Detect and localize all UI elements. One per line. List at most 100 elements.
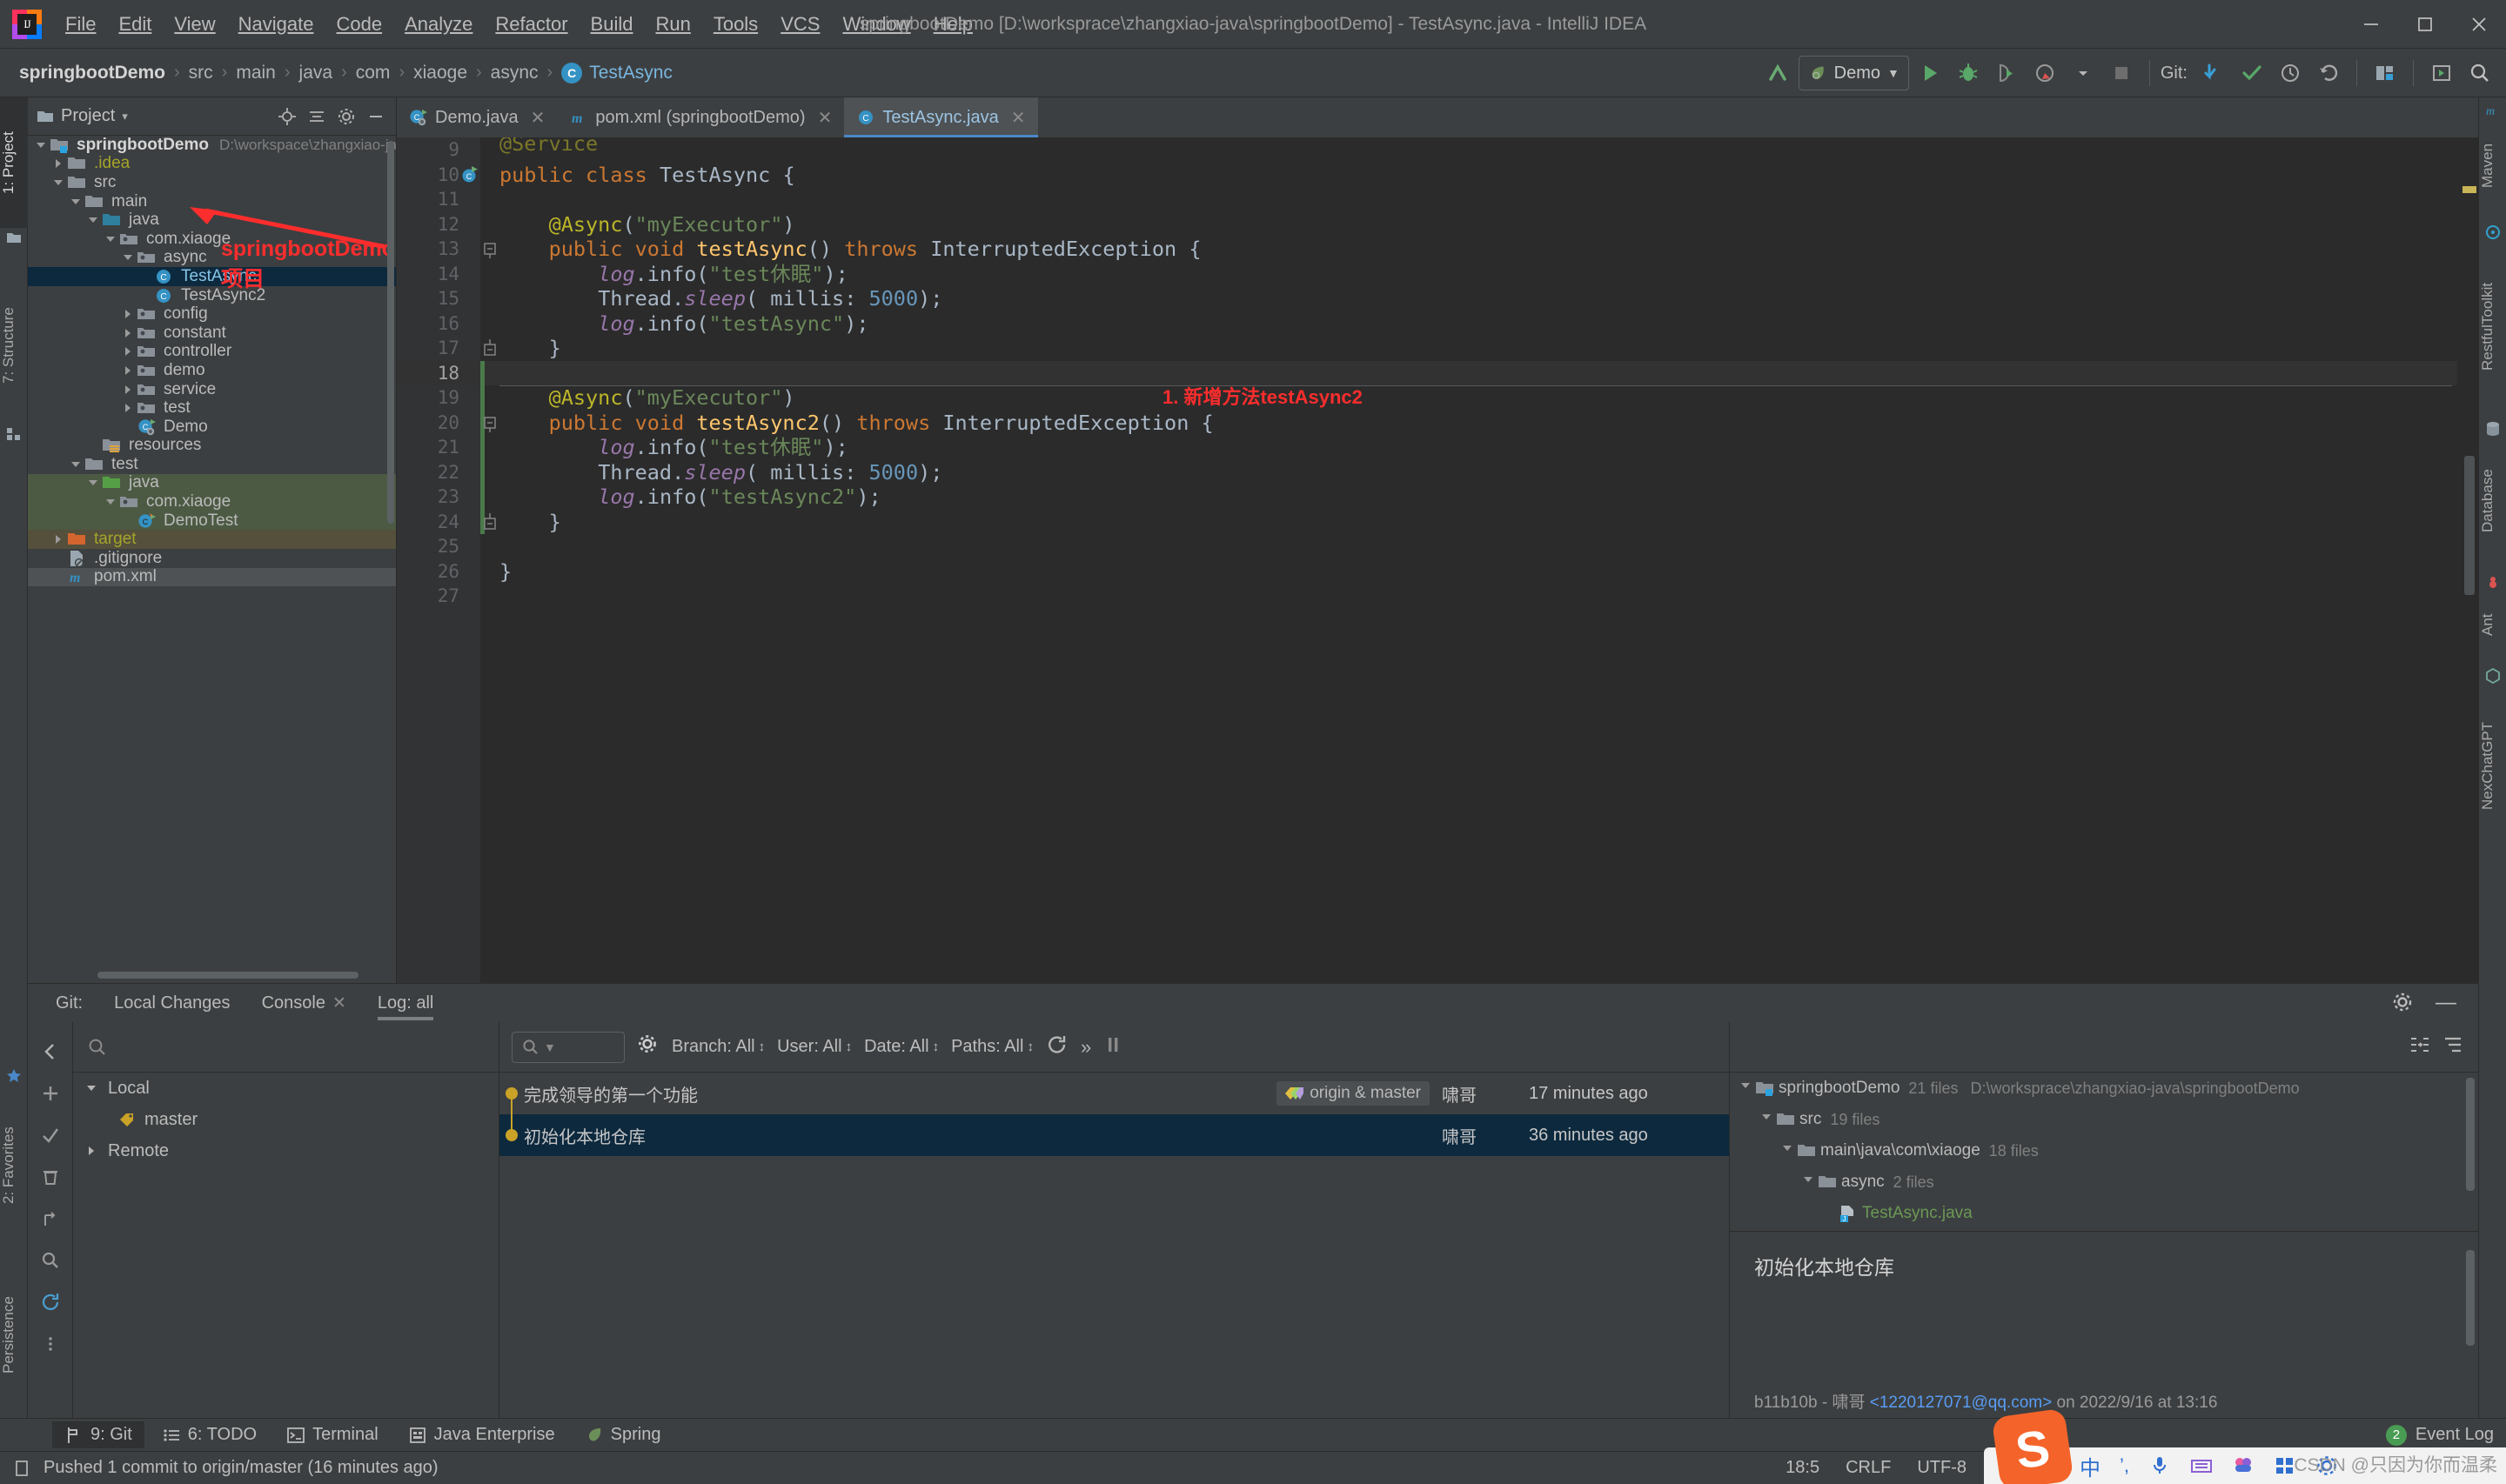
sidebar-item-persistence[interactable]: Persistence [0,1261,28,1409]
menu-item-refactor[interactable]: Refactor [484,8,579,41]
commit-row[interactable]: 完成领导的第一个功能 origin & master 啸哥 17 minutes ag… [499,1073,1729,1114]
code-line[interactable]: 23 log.info("testAsync2"); [397,485,2478,510]
back-icon[interactable] [28,1031,73,1073]
project-tree-row[interactable]: test [28,398,396,418]
bottom-tab-git[interactable]: 9: Git [52,1421,144,1448]
close-icon[interactable]: ✕ [1011,107,1026,129]
breadcrumb-item-2[interactable]: main [236,63,276,84]
menu-item-tools[interactable]: Tools [702,8,769,41]
project-tree-row[interactable]: constant [28,324,396,343]
tab-local-changes[interactable]: Local Changes [98,986,245,1020]
menu-item-view[interactable]: View [163,8,226,41]
sidebar-item-nexchatgpt[interactable]: NexChatGPT [2479,687,2506,844]
project-tree-row[interactable]: main [28,192,396,211]
change-marker[interactable] [480,385,485,411]
project-structure-icon[interactable] [2368,56,2402,90]
chevron-down-icon[interactable] [49,173,68,191]
sidebar-item-database[interactable]: Database [2479,440,2506,562]
chevron-down-icon[interactable] [1801,1173,1819,1192]
change-marker[interactable] [480,360,485,385]
project-tree-row[interactable]: config [28,304,396,324]
commit-message-scrollbar[interactable] [2466,1250,2475,1346]
sogou-logo-icon[interactable]: S [1991,1407,2074,1484]
chevron-down-icon[interactable] [101,230,120,248]
sidebar-item-project[interactable]: 1: Project [0,97,28,228]
run-configuration-selector[interactable]: Demo ▼ [1798,56,1909,90]
code-line[interactable]: 18 [397,360,2478,385]
editor-tab[interactable]: C TestAsync.java ✕ [844,97,1038,137]
locate-icon[interactable] [274,104,300,130]
chevron-down-icon[interactable] [1759,1110,1777,1129]
show-diff-icon[interactable] [2409,1033,2431,1060]
chevron-right-icon[interactable] [118,324,137,342]
breadcrumb-item-6[interactable]: async [491,63,539,84]
commit-ref-tag[interactable]: origin & master [1276,1081,1430,1106]
chevron-down-icon[interactable] [1780,1141,1798,1160]
chevron-down-icon[interactable] [2066,56,2101,90]
breadcrumb-item-1[interactable]: src [189,63,213,84]
fold-end-icon[interactable] [480,510,499,535]
breadcrumb-item-5[interactable]: xiaoge [413,63,467,84]
project-tree-row[interactable]: service [28,380,396,399]
more-icon[interactable] [28,1323,73,1365]
debug-icon[interactable] [1951,56,1986,90]
tab-console[interactable]: Console ✕ [246,986,362,1020]
branch-group-remote[interactable]: Remote [73,1135,499,1166]
commit-file-tree[interactable]: springbootDemo 21 files D:\worksprace\zhan… [1730,1073,2478,1226]
code-line[interactable]: 16 log.info("testAsync"); [397,311,2478,337]
sidebar-item-ant[interactable]: Ant [2479,593,2506,656]
git-commit-icon[interactable] [2235,56,2269,90]
change-marker[interactable] [480,459,485,485]
maximize-button[interactable] [2398,0,2452,49]
project-tree-row[interactable]: src [28,173,396,192]
expand-icon[interactable]: » [1081,1036,1091,1059]
sidebar-item-maven[interactable]: Maven [2479,122,2506,209]
code-line[interactable]: 27 [397,584,2478,609]
filter-user[interactable]: User: All ↕ [777,1037,852,1057]
code-editor[interactable]: 9 @Service 10 Cpublic class TestAsync {11 12… [397,137,2478,983]
code-line[interactable]: 14 log.info("test休眠"); [397,262,2478,287]
commit-file-row[interactable]: J TestAsync.java [1730,1198,2478,1226]
close-icon[interactable]: ✕ [818,107,833,129]
code-line[interactable]: 10 Cpublic class TestAsync { [397,163,2478,188]
git-rollback-icon[interactable] [2311,56,2346,90]
project-tree-row[interactable]: resources [28,436,396,456]
refresh-icon[interactable] [28,1281,73,1323]
chevron-right-icon[interactable] [118,399,137,418]
menu-item-file[interactable]: File [54,8,107,41]
fold-end-icon[interactable] [480,336,499,361]
breadcrumb-item-7[interactable]: TestAsync [589,63,673,84]
fold-collapse-icon[interactable] [480,411,499,436]
project-tree-row[interactable]: target [28,530,396,550]
filter-paths[interactable]: Paths: All ↕ [951,1037,1034,1057]
editor-tab[interactable]: C Demo.java ✕ [397,97,557,137]
project-tree-row[interactable]: controller [28,342,396,362]
code-line[interactable]: 24 } [397,509,2478,535]
branch-group-local[interactable]: Local [73,1073,499,1104]
editor-scrollbar[interactable] [2457,177,2478,983]
menu-item-window[interactable]: Window [831,8,921,41]
bottom-tab-spring[interactable]: Spring [573,1421,673,1448]
code-line[interactable]: 25 [397,534,2478,559]
breadcrumb-item-3[interactable]: java [299,63,333,84]
hide-icon[interactable]: — [2433,991,2459,1017]
pause-icon[interactable] [1103,1035,1122,1059]
tools-icon[interactable] [2274,1454,2296,1477]
add-icon[interactable] [28,1073,73,1114]
commit-email[interactable]: <1220127071@qq.com> [1870,1394,2052,1412]
sidebar-item-structure[interactable]: 7: Structure [0,268,28,423]
run-with-coverage-icon[interactable] [1989,56,2024,90]
project-tree-row[interactable]: .gitignore [28,549,396,568]
commit-file-row[interactable]: async 2 files [1730,1166,2478,1198]
minimize-button[interactable] [2344,0,2398,49]
project-tree-scrollbar[interactable] [387,141,394,524]
scrollbar-thumb[interactable] [2464,456,2475,595]
chevron-right-icon[interactable] [118,361,137,379]
filter-date[interactable]: Date: All ↕ [864,1037,939,1057]
menu-item-edit[interactable]: Edit [107,8,163,41]
chevron-down-icon[interactable] [84,211,103,230]
change-marker[interactable] [480,485,485,510]
code-line[interactable]: 13 public void testAsync() throws Interr… [397,237,2478,262]
project-tree-row[interactable]: java [28,211,396,230]
chevron-right-icon[interactable] [118,343,137,361]
